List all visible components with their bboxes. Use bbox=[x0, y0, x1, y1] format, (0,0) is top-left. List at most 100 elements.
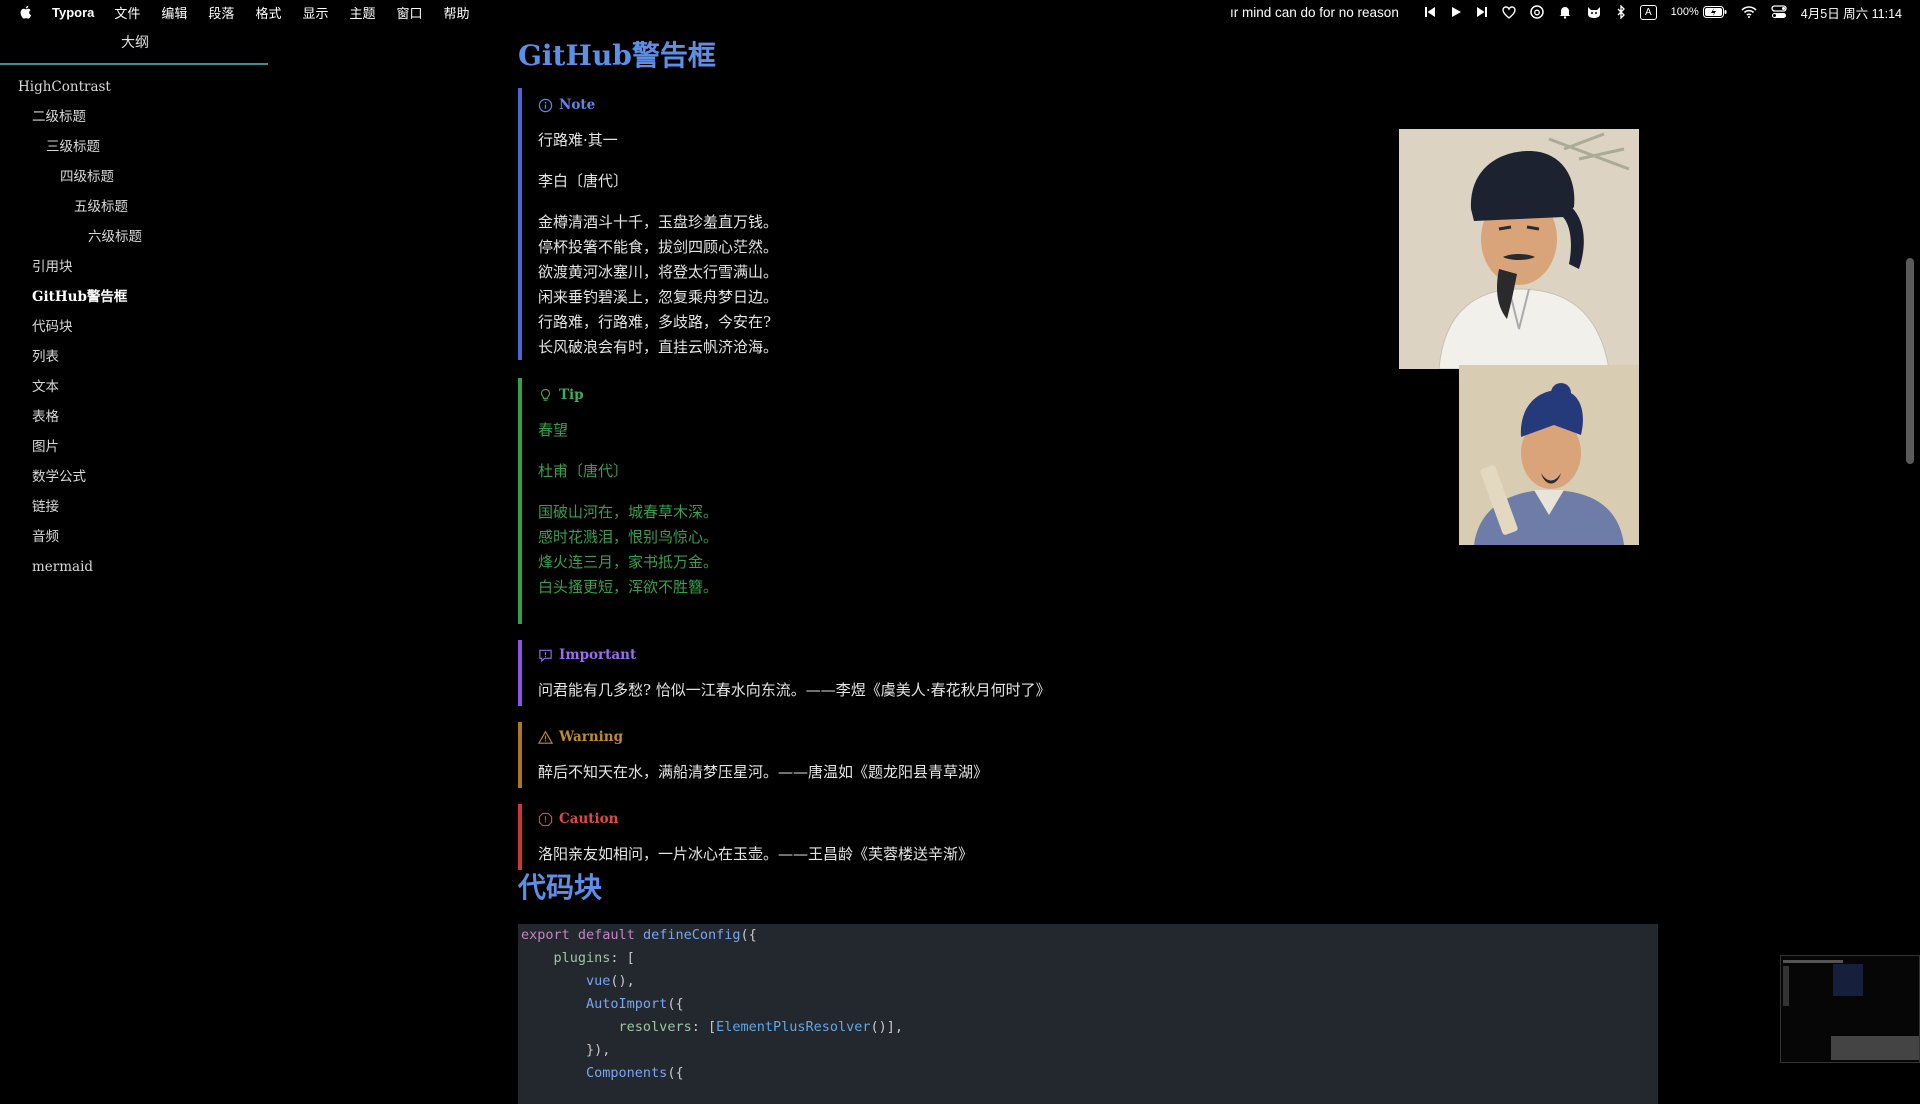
code-line: resolvers: [ElementPlusResolver()], bbox=[521, 1016, 1655, 1039]
code-token: ElementPlusResolver bbox=[716, 1019, 871, 1035]
stop-octagon-icon bbox=[538, 812, 553, 826]
previous-track-icon[interactable] bbox=[1424, 6, 1436, 18]
code-block[interactable]: export default defineConfig({ plugins: [… bbox=[518, 924, 1658, 1104]
heading-github-alerts[interactable]: GitHub警告框 bbox=[518, 34, 716, 74]
portrait-li-bai-image[interactable] bbox=[1399, 129, 1639, 369]
heading-code-block[interactable]: 代码块 bbox=[518, 866, 602, 906]
menu-edit[interactable]: 编辑 bbox=[161, 3, 187, 22]
outline-item[interactable]: 五级标题 bbox=[0, 192, 270, 222]
outline-item[interactable]: 数学公式 bbox=[0, 462, 270, 492]
outline-item[interactable]: 四级标题 bbox=[0, 162, 270, 192]
document-minimap[interactable] bbox=[1780, 955, 1920, 1063]
portrait-du-fu-image[interactable] bbox=[1459, 365, 1639, 545]
outline-item[interactable]: 二级标题 bbox=[0, 102, 270, 132]
outline-item[interactable]: 音频 bbox=[0, 522, 270, 552]
alert-note-label: Note bbox=[559, 97, 596, 113]
code-token: }), bbox=[521, 1042, 611, 1058]
menu-view[interactable]: 显示 bbox=[302, 3, 328, 22]
menu-help[interactable]: 帮助 bbox=[444, 3, 470, 22]
alert-warning-label: Warning bbox=[559, 729, 624, 745]
code-token: export bbox=[521, 927, 570, 943]
outline-item[interactable]: 表格 bbox=[0, 402, 270, 432]
battery-status[interactable]: 100% bbox=[1671, 6, 1727, 18]
code-token: defineConfig bbox=[642, 927, 741, 943]
outline-item[interactable]: 代码块 bbox=[0, 312, 270, 342]
code-token: Components bbox=[586, 1065, 668, 1081]
alert-important-label: Important bbox=[559, 647, 637, 663]
code-line: plugins: [ bbox=[521, 947, 1655, 970]
portrait-li-bai-illustration bbox=[1399, 129, 1639, 369]
battery-charging-icon bbox=[1702, 6, 1727, 18]
input-source-indicator[interactable]: A bbox=[1639, 4, 1657, 20]
apple-logo-icon[interactable] bbox=[18, 4, 34, 20]
menu-format[interactable]: 格式 bbox=[255, 3, 281, 22]
code-token: ({ bbox=[667, 996, 684, 1012]
battery-percent: 100% bbox=[1670, 6, 1699, 18]
important-text: 问君能有几多愁? 恰似一江春水向东流。——李煜《虞美人·春花秋月何时了》 bbox=[538, 681, 1051, 699]
outline-item[interactable]: GitHub警告框 bbox=[0, 282, 270, 312]
code-token: ()], bbox=[870, 1019, 904, 1035]
outline-item[interactable]: 六级标题 bbox=[0, 222, 270, 252]
app-menu-typora[interactable]: Typora bbox=[52, 5, 94, 20]
warning-triangle-icon bbox=[538, 730, 553, 744]
outline-item[interactable]: 三级标题 bbox=[0, 132, 270, 162]
alert-important-header: Important bbox=[538, 646, 1658, 664]
menu-paragraph[interactable]: 段落 bbox=[208, 3, 234, 22]
code-token: ({ bbox=[667, 1065, 684, 1081]
minimap-outline bbox=[1783, 966, 1789, 1006]
outline-item[interactable]: 引用块 bbox=[0, 252, 270, 282]
editor-content[interactable]: GitHub警告框 Note 行路难·其一 李白〔唐代〕 金樽清酒斗十千，玉盘珍… bbox=[518, 24, 1658, 1104]
next-track-icon[interactable] bbox=[1476, 6, 1488, 18]
tip-poem-line: 白头搔更短，浑欲不胜簪。 bbox=[538, 578, 719, 596]
wifi-icon[interactable] bbox=[1741, 6, 1757, 18]
outline-item[interactable]: 列表 bbox=[0, 342, 270, 372]
control-center-icon[interactable] bbox=[1771, 5, 1787, 19]
outline-item[interactable]: 文本 bbox=[0, 372, 270, 402]
netease-music-icon[interactable] bbox=[1530, 5, 1544, 19]
notification-bell-icon[interactable] bbox=[1558, 5, 1572, 19]
alert-caution[interactable]: Caution 洛阳亲友如相问，一片冰心在玉壶。——王昌龄《芙蓉楼送辛渐》 bbox=[518, 804, 1658, 870]
outline-tab-underline bbox=[0, 63, 268, 65]
code-line: export default defineConfig({ bbox=[521, 924, 1655, 947]
speech-bubble-icon bbox=[539, 649, 552, 662]
code-token: : [ bbox=[691, 1019, 717, 1035]
caution-text: 洛阳亲友如相问，一片冰心在玉壶。——王昌龄《芙蓉楼送辛渐》 bbox=[538, 845, 974, 863]
warning-text: 醉后不知天在水，满船清梦压星河。——唐温如《题龙阳县青草湖》 bbox=[538, 763, 989, 781]
heart-icon[interactable] bbox=[1502, 5, 1516, 19]
code-token: (), bbox=[610, 973, 635, 989]
outline-list: HighContrast 二级标题 三级标题 四级标题 五级标题 六级标题 引用块 GitHu… bbox=[0, 72, 270, 582]
outline-item[interactable]: HighContrast bbox=[0, 72, 270, 102]
code-line: AutoImport({ bbox=[521, 993, 1655, 1016]
menu-window[interactable]: 窗口 bbox=[396, 3, 422, 22]
tip-poem-line: 烽火连三月，家书抵万金。 bbox=[538, 553, 719, 571]
lightbulb-icon bbox=[540, 388, 551, 401]
outline-sidebar: 大纲 HighContrast 二级标题 三级标题 四级标题 五级标题 六级标题 引用块 Gi… bbox=[0, 24, 270, 1080]
code-token: plugins bbox=[553, 950, 611, 966]
minimap-viewport bbox=[1833, 964, 1863, 996]
alert-warning[interactable]: Warning 醉后不知天在水，满船清梦压星河。——唐温如《题龙阳县青草湖》 bbox=[518, 722, 1658, 788]
now-playing-title[interactable]: ır mind can do for no reason bbox=[1230, 5, 1410, 20]
cat-app-icon[interactable] bbox=[1586, 5, 1602, 19]
bluetooth-icon[interactable] bbox=[1616, 5, 1626, 19]
clock[interactable]: 4月5日 周六 11:14 bbox=[1801, 3, 1902, 22]
minimap-code bbox=[1831, 1036, 1919, 1060]
portrait-du-fu-illustration bbox=[1459, 365, 1639, 545]
play-icon[interactable] bbox=[1450, 6, 1462, 18]
outline-item[interactable]: 图片 bbox=[0, 432, 270, 462]
code-line: Components({ bbox=[521, 1062, 1655, 1085]
outline-item[interactable]: mermaid bbox=[0, 552, 270, 582]
menu-theme[interactable]: 主题 bbox=[349, 3, 375, 22]
outline-item[interactable]: 链接 bbox=[0, 492, 270, 522]
alert-important[interactable]: Important 问君能有几多愁? 恰似一江春水向东流。——李煜《虞美人·春花… bbox=[518, 640, 1658, 706]
alert-caution-label: Caution bbox=[559, 811, 619, 827]
alert-caution-header: Caution bbox=[538, 810, 1658, 828]
outline-title[interactable]: 大纲 bbox=[0, 32, 270, 52]
vertical-scrollbar[interactable] bbox=[1906, 258, 1914, 464]
code-token: ({ bbox=[740, 927, 757, 943]
menu-file[interactable]: 文件 bbox=[114, 3, 140, 22]
